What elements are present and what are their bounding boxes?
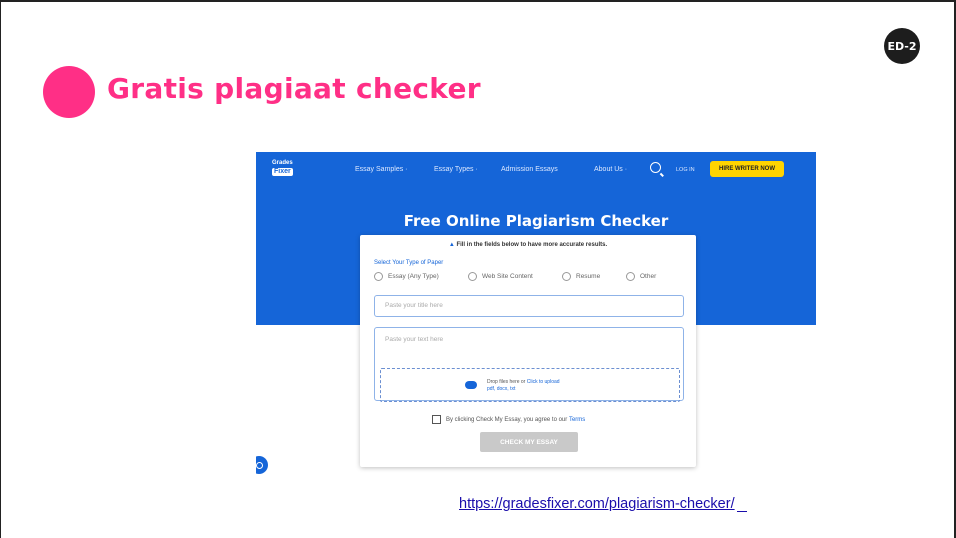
cloud-upload-icon	[465, 381, 477, 389]
slide: ED-2 Gratis plagiaat checker Grades Fixe…	[0, 0, 956, 538]
text-placeholder: Paste your text here	[385, 336, 444, 343]
radio-label: Essay (Any Type)	[388, 273, 439, 280]
hire-writer-button[interactable]: HIRE WRITER NOW	[710, 161, 784, 177]
check-essay-button[interactable]: CHECK MY ESSAY	[480, 432, 578, 452]
title-placeholder: Paste your title here	[385, 302, 443, 309]
website-screenshot: Grades Fixer Essay Samples · Essay Types…	[256, 152, 816, 488]
radio-circle[interactable]	[374, 272, 383, 281]
logo-line1: Grades	[272, 160, 293, 166]
hero-title: Free Online Plagiarism Checker	[403, 212, 669, 230]
radio-circle[interactable]	[562, 272, 571, 281]
title-bullet-dot	[43, 66, 95, 118]
terms-checkbox[interactable]	[432, 415, 441, 424]
radio-essay[interactable]: Essay (Any Type)	[374, 272, 439, 281]
nav-essay-types[interactable]: Essay Types ·	[434, 166, 478, 173]
nav-essay-samples[interactable]: Essay Samples ·	[355, 166, 408, 173]
terms-link[interactable]: Terms	[569, 417, 585, 423]
search-icon[interactable]	[650, 162, 661, 173]
slide-badge: ED-2	[884, 28, 920, 64]
drop-formats: pdf, docx, txt	[487, 386, 516, 392]
radio-circle[interactable]	[468, 272, 477, 281]
radio-label: Resume	[576, 273, 601, 280]
nav-admission-essays[interactable]: Admission Essays	[501, 166, 558, 173]
radio-web-site-content[interactable]: Web Site Content	[468, 272, 533, 281]
radio-resume[interactable]: Resume	[562, 272, 600, 281]
radio-label: Web Site Content	[482, 273, 533, 280]
source-link[interactable]: https://gradesfixer.com/plagiarism-check…	[459, 496, 747, 512]
drop-instruction: Drop files here or	[487, 379, 526, 385]
form-notice-text: Fill in the fields below to have more ac…	[456, 242, 608, 248]
logo-line2: Fixer	[272, 168, 293, 176]
radio-other[interactable]: Other	[626, 272, 656, 281]
radio-label: Other	[640, 273, 657, 280]
title-input[interactable]: Paste your title here	[374, 295, 684, 317]
upload-link[interactable]: Click to upload	[527, 379, 560, 385]
paper-type-label: Select Your Type of Paper	[374, 260, 444, 266]
chat-icon[interactable]	[256, 456, 268, 474]
nav-about-us[interactable]: About Us ·	[594, 166, 627, 173]
terms-text: By clicking Check My Essay, you agree to…	[446, 416, 568, 423]
form-notice: ▲ Fill in the fields below to have more …	[360, 242, 696, 248]
site-logo[interactable]: Grades Fixer	[272, 160, 306, 180]
radio-circle[interactable]	[626, 272, 635, 281]
terms-agreement[interactable]: By clicking Check My Essay, you agree to…	[432, 415, 585, 424]
drop-text: Drop files here or Click to upload pdf, …	[487, 379, 560, 393]
login-link[interactable]: LOG IN	[676, 167, 695, 173]
plagiarism-form-card: ▲ Fill in the fields below to have more …	[360, 235, 696, 467]
file-drop-zone[interactable]: Drop files here or Click to upload pdf, …	[380, 368, 680, 402]
slide-title: Gratis plagiaat checker	[107, 72, 481, 105]
